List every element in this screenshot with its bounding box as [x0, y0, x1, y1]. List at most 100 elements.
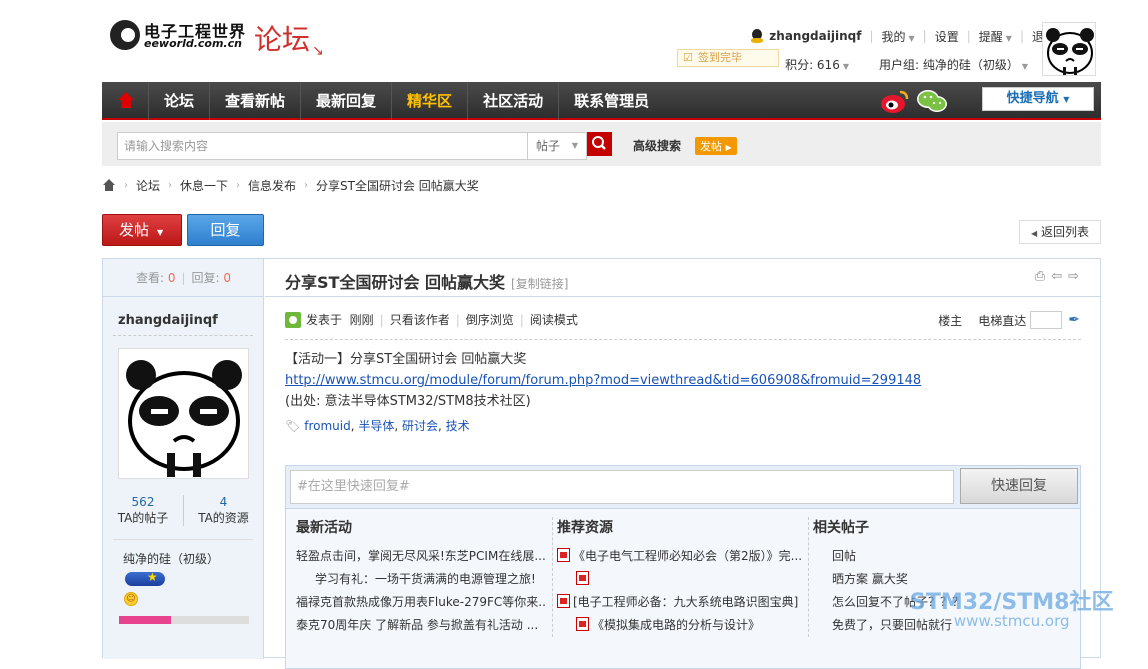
divider	[285, 339, 1081, 340]
tag-link[interactable]: fromuid	[304, 419, 350, 433]
quick-reply-input[interactable]: #在这里快速回复#	[290, 470, 954, 504]
chevron-right-icon: ›	[168, 179, 173, 191]
nav-item-new-posts[interactable]: 查看新帖	[209, 82, 300, 120]
site-watermark: STM32/STM8社区 www.stmcu.org	[910, 584, 1113, 630]
smiley-icon: ☺	[124, 592, 138, 606]
home-icon[interactable]	[116, 90, 136, 110]
chevron-right-icon: ›	[304, 179, 309, 191]
advanced-search-link[interactable]: 高级搜索	[633, 137, 681, 154]
caret-down-icon: ▼	[1021, 62, 1028, 71]
author-posts[interactable]: 562 TA的帖子	[103, 495, 183, 526]
divider: |	[869, 29, 874, 43]
print-icon[interactable]: ⎙	[1035, 269, 1045, 284]
panda-avatar-icon	[1046, 28, 1094, 75]
floor-tools: 楼主 电梯直达 ✒	[938, 311, 1080, 329]
breadcrumb-item[interactable]: 信息发布	[248, 177, 296, 194]
menu-my[interactable]: 我的 ▼	[881, 28, 914, 45]
list-item[interactable]: 泰克70周年庆 了解新品 参与掀盖有礼活动 ...	[296, 614, 546, 637]
next-thread-icon[interactable]: ⇨	[1068, 269, 1079, 284]
latest-activities-title: 最新活动	[296, 520, 352, 536]
breadcrumb-item[interactable]: 论坛	[136, 177, 160, 194]
nav-item-contact-admin[interactable]: 联系管理员	[558, 82, 664, 120]
forum-title[interactable]: 论坛 ↘	[254, 18, 324, 59]
nav-item-latest-replies[interactable]: 最新回复	[300, 82, 391, 120]
caret-down-icon: ▼	[1005, 33, 1012, 43]
author-resources[interactable]: 4 TA的资源	[183, 495, 263, 526]
home-icon[interactable]	[102, 178, 116, 192]
weibo-icon[interactable]	[880, 88, 910, 114]
divider: |	[1019, 29, 1024, 43]
list-item[interactable]: 回帖	[813, 545, 1058, 568]
back-to-list-button[interactable]: ◀ 返回列表	[1019, 220, 1101, 244]
only-author-link[interactable]: 只看该作者	[390, 311, 450, 328]
quick-nav-button[interactable]: 快捷导航 ▼	[982, 87, 1094, 111]
nav-items: 论坛 查看新帖 最新回复 精华区 社区活动 联系管理员	[148, 82, 664, 120]
prev-thread-icon[interactable]: ⇦	[1051, 269, 1062, 284]
nav-item-activities[interactable]: 社区活动	[467, 82, 558, 120]
post-meta: 发表于 刚刚 | 只看该作者 | 倒序浏览 | 阅读模式	[285, 311, 578, 328]
tag-link[interactable]: 技术	[446, 417, 470, 434]
views-count: 0	[167, 271, 176, 285]
advanced-search-tag[interactable]: 发帖 ▶	[695, 137, 737, 155]
list-item[interactable]: 福禄克首款热成像万用表Fluke-279FC等你来...	[296, 591, 546, 614]
jump-pen-icon[interactable]: ✒	[1068, 312, 1080, 328]
logo-en-text: eeworld.com.cn	[144, 37, 242, 50]
list-item[interactable]	[557, 568, 802, 591]
posted-at-label: 发表于	[306, 313, 343, 327]
search-button[interactable]	[587, 132, 612, 156]
panda-avatar-icon	[126, 360, 242, 477]
post-title-bar: 分享ST全国研讨会 回帖赢大奖 [复制链接] ⎙ ⇦ ⇨	[265, 259, 1101, 297]
related-posts-title: 相关帖子	[813, 520, 869, 536]
arrow-down-right-icon: ↘	[312, 43, 324, 59]
post-tags: 🏷 fromuid, 半导体, 研讨会, 技术	[285, 417, 470, 434]
author-name[interactable]: zhangdaijinqf	[118, 313, 218, 328]
level-progress-bar	[119, 616, 249, 624]
search-input[interactable]: 请输入搜索内容	[117, 132, 529, 160]
list-item[interactable]: 《电子电气工程师必知必会（第2版）》完...	[557, 545, 802, 568]
search-icon	[592, 136, 606, 150]
list-item[interactable]: [电子工程师必备：九大系统电路识图宝典]	[557, 591, 802, 614]
quick-reply-area: #在这里快速回复# 快速回复	[285, 465, 1081, 509]
author-avatar[interactable]	[118, 348, 249, 479]
nav-item-featured[interactable]: 精华区	[391, 82, 467, 120]
pdf-icon	[557, 594, 570, 608]
wechat-icon[interactable]	[916, 88, 948, 114]
author-group: 纯净的硅（初级）	[123, 552, 220, 566]
tag-link[interactable]: 半导体	[358, 417, 394, 434]
replies-count: 0	[223, 271, 232, 285]
post-url-link[interactable]: http://www.stmcu.org/module/forum/forum.…	[285, 370, 921, 391]
list-item[interactable]: 学习有礼：一场干货满满的电源管理之旅!	[296, 568, 546, 591]
menu-notifications[interactable]: 提醒 ▼	[979, 28, 1012, 45]
new-post-button[interactable]: 发帖 ▼	[102, 214, 182, 246]
caret-down-icon: ▼	[1063, 95, 1070, 104]
recommended-resources-title: 推荐资源	[557, 520, 613, 536]
reply-button[interactable]: 回复	[187, 214, 264, 246]
chevron-right-icon: ›	[124, 179, 128, 191]
search-type-select[interactable]: 帖子 ▼	[527, 132, 587, 160]
copy-link[interactable]: [复制链接]	[511, 277, 568, 291]
points-link[interactable]: 积分: 616 ▼	[785, 56, 849, 73]
tag-link[interactable]: 研讨会	[402, 417, 438, 434]
quick-reply-button[interactable]: 快速回复	[960, 468, 1078, 504]
username-link[interactable]: zhangdaijinqf	[769, 29, 861, 43]
reverse-order-link[interactable]: 倒序浏览	[466, 311, 514, 328]
read-mode-link[interactable]: 阅读模式	[530, 311, 578, 328]
caret-left-icon: ◀	[1031, 229, 1038, 238]
tag-icon: 🏷	[285, 418, 301, 433]
user-avatar[interactable]	[1042, 22, 1096, 76]
breadcrumb-current[interactable]: 分享ST全国研讨会 回帖赢大奖	[316, 177, 479, 194]
menu-settings[interactable]: 设置	[935, 28, 959, 45]
caret-down-icon: ▼	[157, 228, 164, 237]
main-nav: 论坛 查看新帖 最新回复 精华区 社区活动 联系管理员 快捷导航 ▼	[102, 82, 1101, 120]
breadcrumb: › 论坛 › 休息一下 › 信息发布 › 分享ST全国研讨会 回帖赢大奖	[102, 176, 479, 194]
signin-status-button[interactable]: 签到完毕	[677, 49, 779, 67]
floor-input[interactable]	[1030, 311, 1063, 329]
breadcrumb-item[interactable]: 休息一下	[180, 177, 228, 194]
nav-item-forum[interactable]: 论坛	[148, 82, 209, 120]
site-logo[interactable]: 电子工程世界 eeworld.com.cn	[110, 18, 245, 54]
user-group-link[interactable]: 用户组: 纯净的硅（初级） ▼	[879, 56, 1028, 73]
list-item[interactable]: 《模拟集成电路的分析与设计》	[557, 614, 802, 637]
qq-icon	[750, 28, 764, 44]
list-item[interactable]: 轻盈点击间，掌阅无尽风采!东芝PCIM在线展...	[296, 545, 546, 568]
post-stats: 查看: 0 | 回复: 0	[103, 259, 264, 297]
